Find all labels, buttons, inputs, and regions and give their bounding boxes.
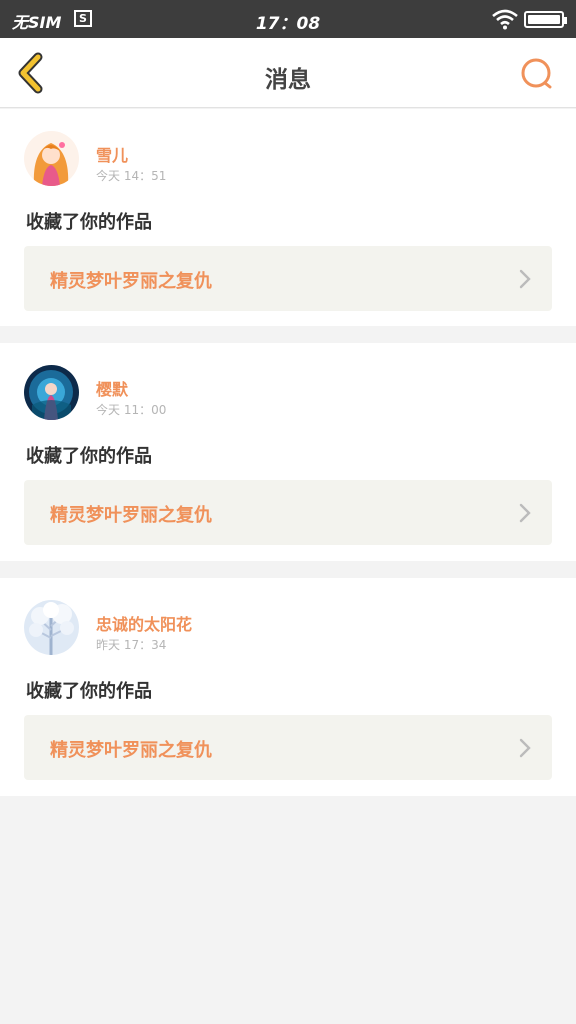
message-time: 今天 11：00 — [96, 403, 167, 417]
action-text: 收藏了你的作品 — [26, 681, 152, 702]
status-bar: 无SIM S 17：08 — [0, 0, 576, 38]
search-icon[interactable] — [519, 56, 555, 92]
user-name[interactable]: 樱默 — [96, 376, 128, 400]
wifi-icon — [492, 9, 518, 30]
work-title: 精灵梦叶罗丽之复仇 — [50, 271, 212, 292]
avatar[interactable] — [24, 131, 79, 186]
page-title: 消息 — [265, 67, 311, 93]
work-link[interactable]: 精灵梦叶罗丽之复仇 — [24, 480, 552, 545]
nav-bar: 消息 — [0, 38, 576, 108]
avatar[interactable] — [24, 600, 79, 655]
message-time: 昨天 17：34 — [96, 638, 167, 652]
status-time: 17：08 — [255, 14, 321, 34]
message-card: 忠诚的太阳花 昨天 17：34 收藏了你的作品 精灵梦叶罗丽之复仇 — [0, 578, 576, 796]
chevron-right-icon — [519, 269, 531, 289]
chevron-right-icon — [519, 738, 531, 758]
message-card: 樱默 今天 11：00 收藏了你的作品 精灵梦叶罗丽之复仇 — [0, 343, 576, 561]
user-name[interactable]: 忠诚的太阳花 — [96, 611, 192, 635]
avatar[interactable] — [24, 365, 79, 420]
chevron-right-icon — [519, 503, 531, 523]
action-text: 收藏了你的作品 — [26, 446, 152, 467]
action-text: 收藏了你的作品 — [26, 212, 152, 233]
work-title: 精灵梦叶罗丽之复仇 — [50, 505, 212, 526]
message-time: 今天 14：51 — [96, 169, 167, 183]
work-link[interactable]: 精灵梦叶罗丽之复仇 — [24, 246, 552, 311]
work-link[interactable]: 精灵梦叶罗丽之复仇 — [24, 715, 552, 780]
message-card: 雪儿 今天 14：51 收藏了你的作品 精灵梦叶罗丽之复仇 — [0, 109, 576, 326]
battery-icon — [524, 11, 567, 28]
user-name[interactable]: 雪儿 — [96, 142, 128, 166]
work-title: 精灵梦叶罗丽之复仇 — [50, 740, 212, 761]
